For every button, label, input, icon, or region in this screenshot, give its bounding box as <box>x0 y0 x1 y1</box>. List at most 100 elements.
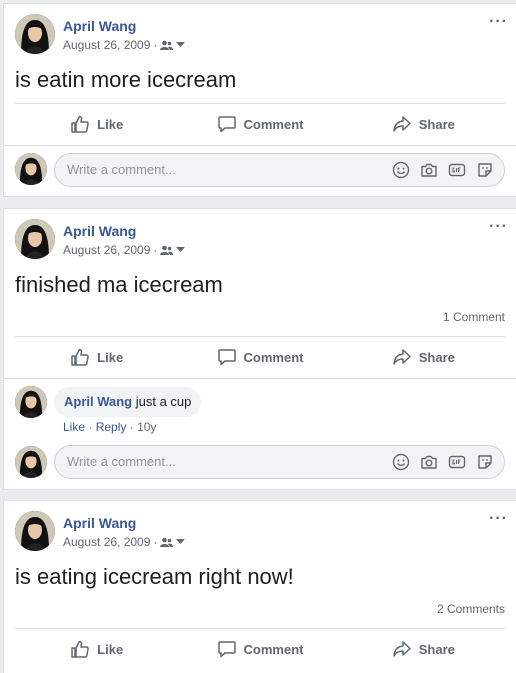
news-feed: April Wang August 26, 2009 · ··· is eati… <box>0 0 516 673</box>
meta-separator: · <box>153 243 158 257</box>
divider <box>15 103 505 104</box>
comment-label: Comment <box>243 349 304 365</box>
comment-button[interactable]: Comment <box>178 632 341 666</box>
commenter-avatar[interactable] <box>15 446 47 478</box>
avatar-photo <box>15 386 47 418</box>
comment-tools <box>392 453 494 471</box>
avatar-photo <box>15 219 55 259</box>
dropdown-caret-icon[interactable] <box>176 539 186 545</box>
like-button[interactable]: Like <box>15 340 178 374</box>
more-options-icon[interactable]: ··· <box>489 510 508 528</box>
share-icon <box>393 349 411 365</box>
comment-like-link[interactable]: Like <box>63 420 85 434</box>
camera-icon[interactable] <box>420 161 438 179</box>
post-actions: Like Comment Share <box>15 340 505 374</box>
sticker-icon[interactable] <box>476 453 494 471</box>
comment-input[interactable] <box>67 454 367 469</box>
comment-tools <box>392 161 494 179</box>
post-meta: August 26, 2009 · <box>63 535 186 549</box>
comment-input[interactable] <box>67 162 367 177</box>
comment-count[interactable]: 1 Comment <box>443 310 505 324</box>
comment-count[interactable]: 2 Comments <box>437 602 505 616</box>
divider <box>15 336 505 337</box>
link-separator: · <box>88 420 93 434</box>
like-icon <box>71 115 89 133</box>
friends-audience-icon[interactable] <box>160 537 174 548</box>
post-text: is eating icecream right now! <box>15 564 294 589</box>
comment-text: just a cup <box>135 394 192 409</box>
post-card: April Wang August 26, 2009 · ··· finishe… <box>3 208 516 490</box>
post-actions: Like Comment Share <box>15 107 505 141</box>
share-label: Share <box>418 349 455 365</box>
comment-bubble: April Wang just a cup <box>54 387 202 417</box>
comment-label: Comment <box>243 116 304 132</box>
post-date[interactable]: August 26, 2009 <box>63 38 150 52</box>
post-meta: August 26, 2009 · <box>63 243 186 257</box>
emoji-icon[interactable] <box>392 161 410 179</box>
avatar[interactable] <box>15 219 55 259</box>
comment-links: Like · Reply · 10y <box>63 420 156 434</box>
post-author[interactable]: April Wang <box>63 223 136 239</box>
comment-input-box[interactable] <box>54 153 505 187</box>
friends-audience-icon[interactable] <box>160 40 174 51</box>
commenter-avatar[interactable] <box>15 153 47 185</box>
post-date[interactable]: August 26, 2009 <box>63 535 150 549</box>
dropdown-caret-icon[interactable] <box>176 247 186 253</box>
avatar[interactable] <box>15 14 55 54</box>
share-button[interactable]: Share <box>342 340 505 374</box>
post-author[interactable]: April Wang <box>63 515 136 531</box>
divider <box>4 378 516 379</box>
post-author[interactable]: April Wang <box>63 18 136 34</box>
comment-icon <box>217 641 236 658</box>
post-card: April Wang August 26, 2009 · ··· is eati… <box>3 3 516 197</box>
gif-icon[interactable] <box>448 453 466 471</box>
share-icon <box>393 641 411 657</box>
meta-separator: · <box>153 535 158 549</box>
avatar-photo <box>15 14 55 54</box>
avatar-photo <box>15 511 55 551</box>
more-options-icon[interactable]: ··· <box>489 13 508 31</box>
divider <box>4 145 516 146</box>
like-icon <box>71 640 89 658</box>
like-button[interactable]: Like <box>15 107 178 141</box>
like-label: Like <box>97 349 124 365</box>
post-text: finished ma icecream <box>15 272 223 297</box>
post-text: is eatin more icecream <box>15 67 237 92</box>
avatar-photo <box>15 446 47 478</box>
share-label: Share <box>418 116 455 132</box>
meta-separator: · <box>153 38 158 52</box>
share-button[interactable]: Share <box>342 632 505 666</box>
commenter-avatar[interactable] <box>15 386 47 418</box>
share-label: Share <box>418 641 455 657</box>
friends-audience-icon[interactable] <box>160 245 174 256</box>
like-button[interactable]: Like <box>15 632 178 666</box>
comment-button[interactable]: Comment <box>178 107 341 141</box>
like-label: Like <box>97 116 124 132</box>
share-button[interactable]: Share <box>342 107 505 141</box>
comment-author[interactable]: April Wang <box>64 394 132 409</box>
post-meta: August 26, 2009 · <box>63 38 186 52</box>
avatar-photo <box>15 153 47 185</box>
comment-label: Comment <box>243 641 304 657</box>
avatar[interactable] <box>15 511 55 551</box>
post-card: April Wang August 26, 2009 · ··· is eati… <box>3 500 516 673</box>
comment-icon <box>217 116 236 133</box>
link-separator: · <box>129 420 134 434</box>
emoji-icon[interactable] <box>392 453 410 471</box>
like-label: Like <box>97 641 124 657</box>
comment-input-box[interactable] <box>54 445 505 479</box>
comment-age[interactable]: 10y <box>137 420 156 434</box>
post-date[interactable]: August 26, 2009 <box>63 243 150 257</box>
divider <box>15 628 505 629</box>
sticker-icon[interactable] <box>476 161 494 179</box>
comment-button[interactable]: Comment <box>178 340 341 374</box>
comment-icon <box>217 349 236 366</box>
dropdown-caret-icon[interactable] <box>176 42 186 48</box>
gif-icon[interactable] <box>448 161 466 179</box>
camera-icon[interactable] <box>420 453 438 471</box>
post-actions: Like Comment Share <box>15 632 505 666</box>
more-options-icon[interactable]: ··· <box>489 218 508 236</box>
share-icon <box>393 116 411 132</box>
like-icon <box>71 348 89 366</box>
comment-reply-link[interactable]: Reply <box>96 420 127 434</box>
